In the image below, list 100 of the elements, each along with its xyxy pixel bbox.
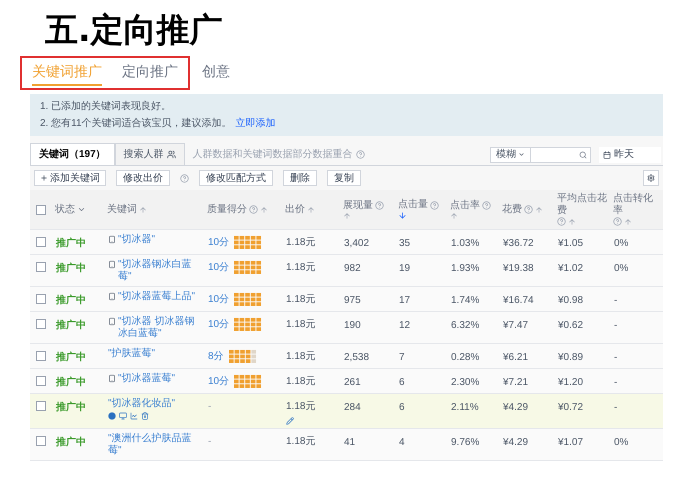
- table-cell-text: 0.28%: [451, 351, 480, 365]
- bid-text: 1.18元: [286, 318, 316, 332]
- help-icon[interactable]: [180, 174, 189, 182]
- quality-bar: [234, 374, 262, 388]
- checkbox[interactable]: [36, 351, 46, 361]
- table-cell-text: ¥1.20: [558, 376, 584, 390]
- table-cell-text: ¥36.72: [503, 237, 534, 251]
- dropdown-icon[interactable]: [77, 205, 86, 214]
- tab[interactable]: 定向推广: [112, 56, 190, 90]
- toolbar-button[interactable]: 删除: [283, 170, 317, 186]
- sort-icon[interactable]: [139, 206, 147, 214]
- subtab[interactable]: 搜索人群: [114, 143, 185, 165]
- chart-icon[interactable]: [130, 412, 138, 420]
- bid-text: 1.18元: [286, 435, 316, 449]
- column-header[interactable]: 点击量: [398, 199, 428, 211]
- table-cell-text: ¥0.89: [558, 351, 584, 365]
- checkbox[interactable]: [36, 319, 46, 329]
- sort-icon[interactable]: [343, 212, 351, 220]
- score-text: 10分: [208, 375, 230, 389]
- sort-icon[interactable]: [450, 212, 458, 220]
- table-cell-text: 1.03%: [451, 237, 480, 251]
- bid-text: 1.18元: [286, 350, 316, 364]
- add-now-link[interactable]: 立即添加: [236, 116, 276, 131]
- column-header[interactable]: 花费: [502, 204, 522, 216]
- status-text: 推广中: [56, 375, 86, 390]
- table-cell-text: 41: [344, 436, 356, 450]
- pencil-icon[interactable]: [286, 417, 294, 425]
- table-cell-text: ¥0.72: [558, 401, 584, 415]
- column-header[interactable]: 出价: [285, 204, 305, 216]
- table-cell-text: ¥7.21: [503, 376, 528, 390]
- help-icon[interactable]: [356, 150, 365, 159]
- column-header[interactable]: 状态: [55, 204, 75, 216]
- match-dropdown[interactable]: 模糊: [490, 146, 531, 162]
- toolbar-button[interactable]: 复制: [327, 170, 361, 186]
- quality-bar: [234, 292, 262, 306]
- date-button[interactable]: 昨天: [599, 146, 661, 162]
- add-keyword-button[interactable]: 添加关键词: [34, 170, 106, 186]
- settings-icon: [647, 174, 655, 182]
- column-header[interactable]: 点击转化率: [613, 193, 657, 217]
- quality-bar: [234, 235, 262, 249]
- search-field[interactable]: [531, 146, 591, 162]
- column-header[interactable]: 关键词: [107, 204, 137, 216]
- circle-icon[interactable]: [108, 412, 116, 420]
- help-icon[interactable]: [482, 201, 491, 210]
- column-header[interactable]: 质量得分: [207, 204, 247, 216]
- checkbox[interactable]: [36, 436, 46, 446]
- status-text: 推广中: [56, 261, 86, 276]
- table-cell-text: 975: [344, 294, 361, 308]
- sort-icon[interactable]: [568, 218, 576, 226]
- column-header[interactable]: 平均点击花费: [557, 193, 607, 217]
- table-cell-text: 982: [344, 262, 361, 276]
- table-cell-text: 1.74%: [451, 294, 480, 308]
- toolbar-button[interactable]: 修改出价: [116, 170, 170, 186]
- keyword-link[interactable]: "护肤蓝莓": [108, 348, 156, 360]
- column-header[interactable]: 展现量: [343, 200, 373, 212]
- sort-icon[interactable]: [260, 206, 268, 214]
- keyword-link[interactable]: "切冰器蓝莓": [118, 373, 176, 385]
- trash-icon[interactable]: [141, 412, 149, 420]
- column-header[interactable]: 点击率: [450, 200, 480, 212]
- table-cell-text: -: [614, 319, 618, 333]
- table-cell-text: 0%: [614, 436, 628, 450]
- help-icon[interactable]: [557, 217, 566, 226]
- status-text: 推广中: [56, 293, 86, 308]
- sort-icon[interactable]: [307, 206, 315, 214]
- subtab[interactable]: 关键词（197）: [30, 143, 115, 165]
- keyword-link[interactable]: "切冰器": [118, 234, 156, 246]
- table-cell-text: ¥4.29: [503, 401, 528, 415]
- table-cell-text: ¥19.38: [503, 262, 534, 276]
- sort-icon[interactable]: [624, 218, 632, 226]
- keyword-link[interactable]: "切冰器钢冰白蓝莓": [118, 259, 200, 283]
- settings-button[interactable]: [643, 170, 659, 186]
- sort-icon[interactable]: [535, 206, 543, 214]
- bid-text: 1.18元: [286, 375, 316, 389]
- table-cell-text: -: [614, 401, 618, 415]
- tab[interactable]: 创意: [190, 56, 242, 90]
- checkbox[interactable]: [36, 204, 46, 214]
- status-text: 推广中: [56, 236, 86, 251]
- help-icon[interactable]: [249, 205, 258, 214]
- sort-desc-icon[interactable]: [398, 211, 407, 220]
- table-cell-text: 35: [399, 237, 410, 251]
- help-icon[interactable]: [430, 200, 439, 210]
- notice-text: 1. 已添加的关键词表现良好。: [40, 100, 172, 114]
- table-cell-text: 7: [399, 351, 405, 365]
- table-cell-text: 17: [399, 294, 410, 308]
- toolbar-button[interactable]: 修改匹配方式: [199, 170, 273, 186]
- keyword-link[interactable]: "切冰器化妆品": [108, 398, 176, 410]
- checkbox[interactable]: [36, 262, 46, 272]
- checkbox[interactable]: [36, 401, 46, 411]
- keyword-link[interactable]: "切冰器 切冰器钢冰白蓝莓": [118, 316, 200, 340]
- score-text: 8分: [208, 350, 224, 364]
- checkbox[interactable]: [36, 237, 46, 247]
- checkbox[interactable]: [36, 376, 46, 386]
- help-icon[interactable]: [524, 205, 533, 214]
- keyword-link[interactable]: "澳洲什么护肤品蓝莓": [108, 433, 200, 457]
- monitor-icon[interactable]: [119, 412, 127, 420]
- table-cell-text: ¥6.21: [503, 351, 528, 365]
- help-icon[interactable]: [613, 217, 622, 226]
- keyword-link[interactable]: "切冰器蓝莓上品": [118, 291, 196, 303]
- checkbox[interactable]: [36, 294, 46, 304]
- help-icon[interactable]: [375, 201, 384, 210]
